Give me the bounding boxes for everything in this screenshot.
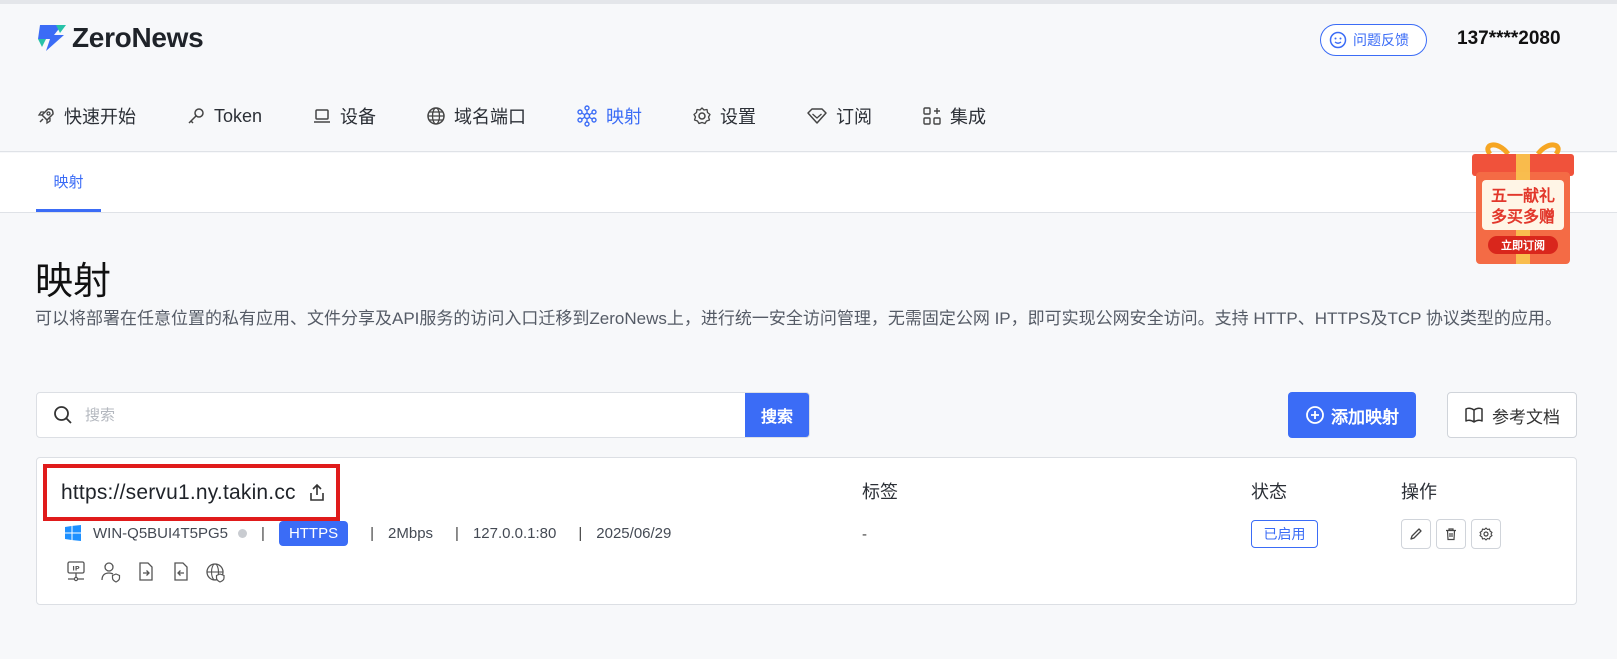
- share-icon[interactable]: [308, 483, 326, 503]
- promo-button: 立即订阅: [1501, 238, 1545, 252]
- nav-label: 设备: [340, 107, 377, 127]
- ops-column-header: 操作: [1401, 482, 1437, 502]
- search-bar: 搜索: [36, 392, 810, 438]
- file-import-icon[interactable]: [170, 560, 192, 584]
- delete-button[interactable]: [1436, 519, 1466, 549]
- edit-button[interactable]: [1401, 519, 1431, 549]
- add-mapping-button[interactable]: 添加映射: [1288, 392, 1416, 438]
- mapping-card: https://servu1.ny.takin.cc 标签 状态 操作 WIN-…: [36, 457, 1577, 605]
- search-input[interactable]: [85, 406, 745, 424]
- device-status-dot: [238, 528, 248, 538]
- nav-label: 订阅: [836, 107, 873, 127]
- feature-icons: IP: [65, 560, 240, 584]
- grid-plus-icon: [923, 107, 941, 125]
- search-button[interactable]: 搜索: [745, 393, 809, 437]
- svg-text:IP: IP: [72, 565, 79, 573]
- network-icon: [577, 105, 597, 127]
- diamond-icon: [807, 108, 827, 124]
- web-security-icon[interactable]: [205, 560, 227, 584]
- zeronews-logo-icon: [36, 23, 68, 53]
- laptop-icon: [314, 109, 331, 123]
- nav-item-token[interactable]: Token: [186, 106, 262, 127]
- globe-icon: [427, 107, 445, 125]
- book-icon: [1465, 407, 1483, 423]
- protocol-badge: HTTPS: [278, 520, 349, 546]
- search-icon: [53, 405, 73, 425]
- ip-whitelist-icon[interactable]: IP: [65, 560, 87, 584]
- logo-text: ZeroNews: [72, 22, 204, 53]
- separator: |: [578, 524, 583, 542]
- tags-value: -: [862, 526, 867, 543]
- separator: |: [261, 524, 265, 542]
- nav-label: Token: [214, 105, 263, 126]
- windows-icon: [65, 525, 81, 541]
- docs-button[interactable]: 参考文档: [1447, 392, 1577, 438]
- nav-label: 集成: [950, 107, 987, 127]
- status-badge: 已启用: [1251, 520, 1318, 548]
- nav-item-quickstart[interactable]: 快速开始: [36, 103, 136, 129]
- settings-button[interactable]: [1471, 519, 1501, 549]
- rocket-icon: [37, 108, 54, 125]
- nav-label: 域名端口: [454, 107, 527, 127]
- key-icon: [188, 108, 204, 124]
- feedback-label: 问题反馈: [1353, 32, 1409, 48]
- mapping-meta: WIN-Q5BUI4T5PG5 | HTTPS | 2Mbps | 127.0.…: [65, 520, 671, 546]
- trash-icon: [1446, 528, 1456, 541]
- promo-line2: 多买多赠: [1491, 207, 1555, 226]
- target-address: 127.0.0.1:80: [472, 524, 557, 542]
- nav-item-settings[interactable]: 设置: [692, 103, 756, 129]
- main-nav: 快速开始 Token 设备 域名端口 映射 设置 订阅 集成: [36, 98, 1036, 134]
- nav-item-mapping[interactable]: 映射: [576, 103, 642, 129]
- smile-icon: [1329, 31, 1347, 49]
- mapping-url-highlight: https://servu1.ny.takin.cc: [43, 464, 340, 521]
- feedback-button[interactable]: 问题反馈: [1320, 24, 1427, 56]
- nav-item-devices[interactable]: 设备: [312, 103, 376, 129]
- page-title: 映射: [35, 261, 112, 303]
- tab-mapping[interactable]: 映射: [36, 153, 101, 212]
- operations: [1401, 519, 1506, 549]
- user-account[interactable]: 137****2080: [1457, 28, 1561, 50]
- pencil-icon: [1410, 528, 1422, 540]
- plus-circle-icon: [1306, 406, 1324, 424]
- add-mapping-label: 添加映射: [1331, 407, 1399, 427]
- nav-label: 快速开始: [64, 107, 136, 127]
- bandwidth: 2Mbps: [388, 524, 434, 542]
- separator: |: [455, 524, 459, 542]
- docs-label: 参考文档: [1492, 407, 1560, 427]
- device-name: WIN-Q5BUI4T5PG5: [93, 524, 229, 542]
- gear-icon: [1479, 527, 1493, 541]
- promo-line1: 五一献礼: [1491, 186, 1555, 205]
- nav-item-domains[interactable]: 域名端口: [426, 103, 526, 129]
- logo[interactable]: ZeroNews: [36, 22, 204, 54]
- tags-column-header: 标签: [862, 482, 898, 502]
- sub-tab-bar: 映射: [0, 153, 1617, 213]
- promo-banner[interactable]: 五一献礼 多买多赠 立即订阅: [1468, 136, 1578, 268]
- nav-item-integrations[interactable]: 集成: [922, 103, 986, 129]
- created-date: 2025/06/29: [596, 524, 672, 542]
- gear-icon: [693, 107, 711, 125]
- status-column-header: 状态: [1251, 482, 1287, 502]
- nav-label: 映射: [606, 107, 643, 127]
- file-export-icon[interactable]: [135, 560, 157, 584]
- page-description: 可以将部署在任意位置的私有应用、文件分享及API服务的访问入口迁移到ZeroNe…: [35, 309, 1562, 328]
- separator: |: [370, 524, 375, 542]
- header: ZeroNews 问题反馈 137****2080 快速开始 Token 设备 …: [0, 4, 1617, 152]
- user-auth-icon[interactable]: [100, 560, 122, 584]
- nav-label: 设置: [720, 107, 757, 127]
- nav-item-subscribe[interactable]: 订阅: [806, 103, 872, 129]
- mapping-url[interactable]: https://servu1.ny.takin.cc: [61, 481, 296, 505]
